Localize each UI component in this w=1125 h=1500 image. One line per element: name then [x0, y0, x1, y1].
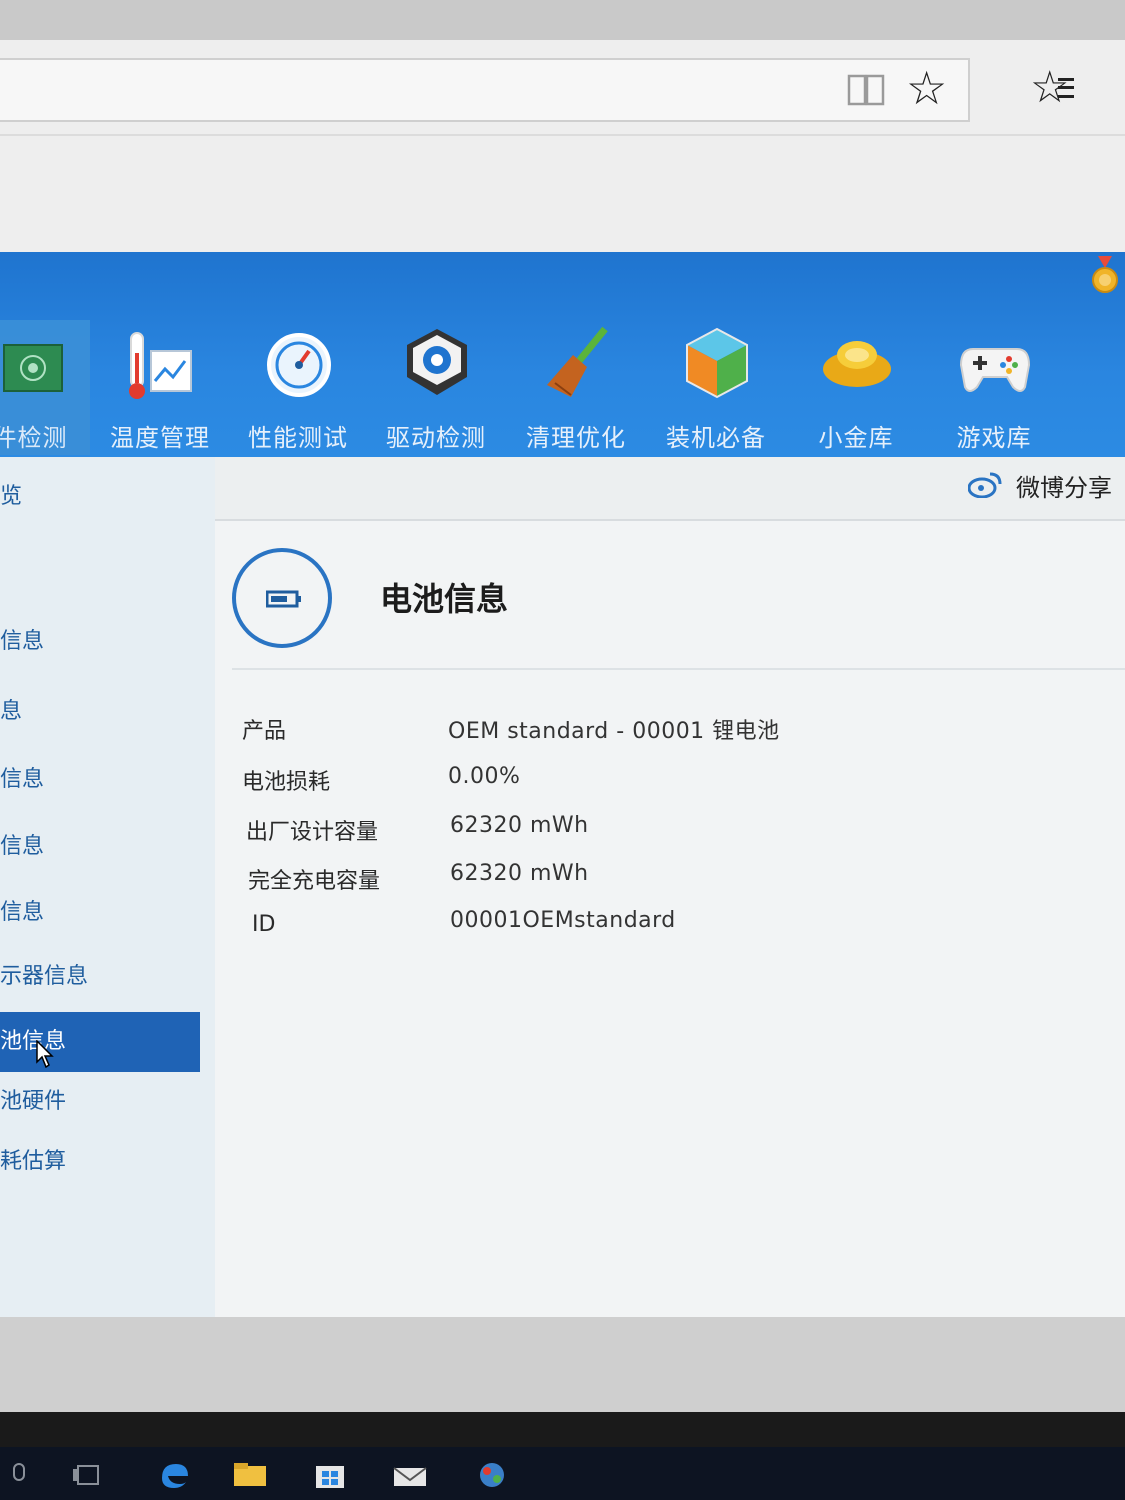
nav-label: 游戏库 [956, 424, 1032, 452]
address-bar[interactable] [0, 58, 970, 122]
nav-label: 小金库 [818, 424, 894, 452]
sidebar: 览 信息 息 信息 信息 信息 示器信息 池信息 池硬件 耗估算 [0, 457, 215, 1317]
nav-temperature[interactable]: 温度管理 [100, 320, 220, 455]
cube-icon [686, 327, 748, 399]
section-title: 电池信息 [380, 580, 509, 618]
favorites-lines-icon [1058, 78, 1074, 98]
battery-icon [266, 590, 301, 608]
sidebar-item-cpu-info[interactable]: 信息 [0, 612, 200, 672]
monitor-bezel [0, 1412, 1125, 1447]
sidebar-item-disk-info[interactable]: 信息 [0, 817, 200, 877]
label-id: ID [252, 912, 276, 937]
gold-ingot-icon [823, 341, 891, 387]
nav-label: 驱动检测 [386, 424, 486, 452]
browser-tab-strip [0, 0, 1125, 40]
label-design-capacity: 出厂设计容量 [246, 820, 379, 845]
value-product: OEM standard - 00001 锂电池 [448, 719, 780, 744]
nav-treasury[interactable]: 小金库 [796, 320, 916, 455]
sidebar-item-gpu-info[interactable]: 信息 [0, 883, 200, 943]
weibo-icon[interactable] [968, 470, 1002, 498]
label-battery-wear: 电池损耗 [242, 770, 331, 795]
medal-icon[interactable] [1090, 256, 1120, 294]
nav-cleanup[interactable]: 清理优化 [516, 320, 636, 455]
nav-hardware-check[interactable]: 件检测 [0, 320, 90, 455]
reading-view-icon[interactable] [846, 70, 886, 110]
broom-icon [547, 326, 608, 397]
file-explorer-icon[interactable] [232, 1460, 268, 1490]
mouse-cursor-icon [36, 1040, 54, 1068]
value-full-charge-capacity: 62320 mWh [450, 861, 589, 886]
title-divider [232, 668, 1125, 670]
nav-label: 温度管理 [110, 424, 210, 452]
sidebar-item-battery-hardware[interactable]: 池硬件 [0, 1072, 200, 1132]
nav-install-essentials[interactable]: 装机必备 [656, 320, 776, 455]
gear-box-icon [407, 329, 467, 395]
sidebar-item-overview[interactable]: 览 [0, 467, 200, 527]
microphone-icon[interactable] [2, 1460, 38, 1490]
sidebar-item-monitor-info[interactable]: 示器信息 [0, 947, 200, 1007]
nav-performance[interactable]: 性能测试 [238, 320, 358, 455]
value-id: 00001OEMstandard [450, 908, 676, 933]
thermometer-icon [129, 332, 192, 399]
edge-browser-icon[interactable] [156, 1460, 192, 1490]
weibo-share-link[interactable]: 微博分享 [1016, 468, 1112, 503]
nav-label: 装机必备 [666, 424, 766, 452]
favorite-star-icon[interactable]: ☆ [906, 64, 947, 112]
sidebar-item-battery-info[interactable]: 池信息 [0, 1012, 200, 1072]
task-view-icon[interactable] [70, 1460, 106, 1490]
hardware-board-icon [3, 344, 63, 392]
sidebar-item-power-estimate[interactable]: 耗估算 [0, 1132, 200, 1192]
chrome-divider [0, 134, 1125, 136]
nav-label: 清理优化 [526, 424, 626, 452]
store-icon[interactable] [312, 1460, 348, 1490]
nav-label: 性能测试 [248, 424, 348, 452]
nav-label: 件检测 [0, 424, 68, 452]
mail-icon[interactable] [392, 1460, 428, 1490]
sidebar-item-board-info[interactable]: 息 [0, 682, 200, 742]
label-product: 产品 [242, 719, 287, 744]
gamepad-icon [959, 348, 1031, 392]
value-battery-wear: 0.00% [448, 764, 521, 789]
nav-game-library[interactable]: 游戏库 [934, 320, 1054, 455]
app-taskbar-icon[interactable] [474, 1460, 510, 1490]
nav-driver-check[interactable]: 驱动检测 [376, 320, 496, 455]
window-bottom-frame [0, 1317, 1125, 1412]
sidebar-item-memory-info[interactable]: 信息 [0, 750, 200, 810]
value-design-capacity: 62320 mWh [450, 813, 589, 838]
gauge-icon [267, 333, 331, 397]
label-full-charge-capacity: 完全充电容量 [248, 869, 381, 894]
